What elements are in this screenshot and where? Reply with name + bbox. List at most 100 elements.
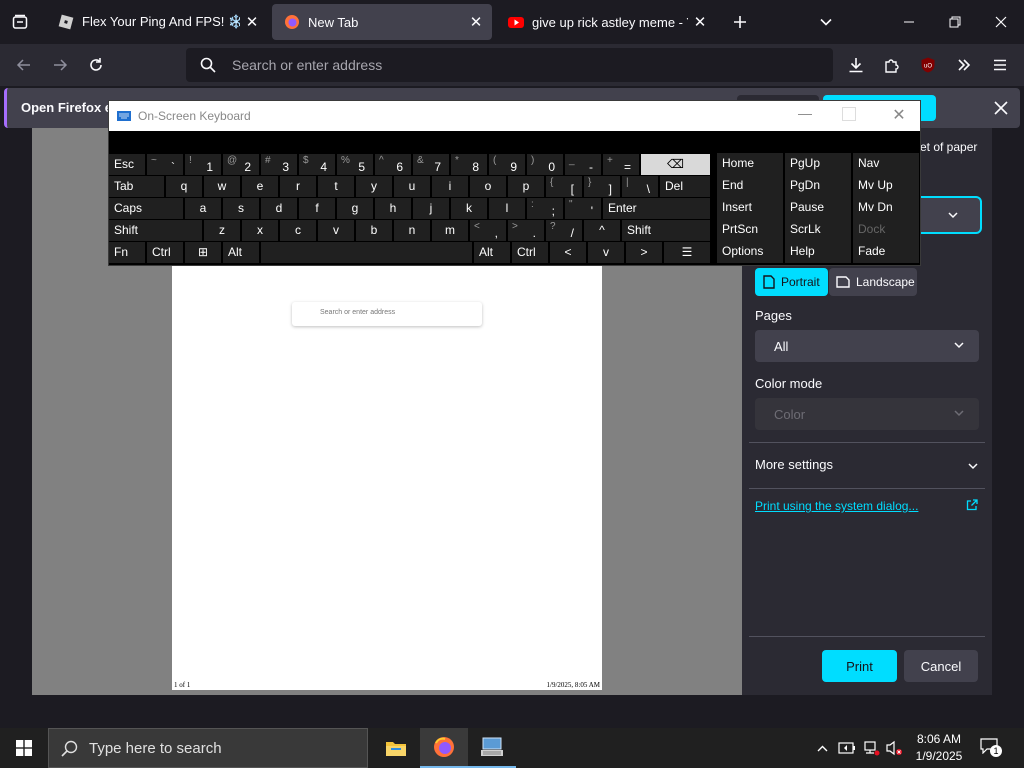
file-explorer-app[interactable]: [372, 728, 420, 768]
key-esc[interactable]: Esc: [109, 154, 145, 175]
key-2[interactable]: @2: [223, 154, 259, 175]
key-b[interactable]: b: [356, 220, 392, 241]
more-settings-toggle[interactable]: More settings: [755, 456, 979, 476]
key-7[interactable]: & 7: [413, 154, 449, 175]
notifications-button[interactable]: 1: [980, 738, 1004, 758]
clock[interactable]: 8:06 AM 1/9/2025: [908, 731, 970, 765]
key-shift[interactable]: Shift: [622, 220, 710, 241]
key-symbol[interactable]: :;: [527, 198, 563, 219]
key-enter[interactable]: Enter: [603, 198, 710, 219]
key-z[interactable]: z: [204, 220, 240, 241]
key-pgup[interactable]: PgUp: [785, 153, 851, 175]
start-button[interactable]: [0, 728, 48, 768]
key-fade[interactable]: Fade: [853, 241, 919, 263]
key-c[interactable]: c: [280, 220, 316, 241]
key-home[interactable]: Home: [717, 153, 783, 175]
reload-button[interactable]: [80, 49, 112, 81]
network-icon[interactable]: [862, 740, 880, 756]
key-symbol[interactable]: | \: [622, 176, 658, 197]
key-f[interactable]: f: [299, 198, 335, 219]
key-symbol[interactable]: ⌫: [641, 154, 710, 175]
key-symbol[interactable]: <: [550, 242, 586, 263]
back-button[interactable]: [8, 49, 40, 81]
key-a[interactable]: a: [185, 198, 221, 219]
key-x[interactable]: x: [242, 220, 278, 241]
key-fn[interactable]: Fn: [109, 242, 145, 263]
portrait-option[interactable]: Portrait: [755, 268, 828, 296]
key-0[interactable]: ) 0: [527, 154, 563, 175]
key-d[interactable]: d: [261, 198, 297, 219]
key-q[interactable]: q: [166, 176, 202, 197]
key-caps[interactable]: Caps: [109, 198, 183, 219]
key-o[interactable]: o: [470, 176, 506, 197]
new-tab-button[interactable]: [726, 8, 754, 36]
extensions-button[interactable]: [876, 49, 908, 81]
key-help[interactable]: Help: [785, 241, 851, 263]
key-symbol[interactable]: ☰: [664, 242, 710, 263]
key-symbol[interactable]: ^: [584, 220, 620, 241]
key-symbol[interactable]: ~ `: [147, 154, 183, 175]
key-symbol[interactable]: _ -: [565, 154, 601, 175]
key-y[interactable]: y: [356, 176, 392, 197]
restore-button[interactable]: [932, 0, 978, 44]
key-h[interactable]: h: [375, 198, 411, 219]
external-link-icon[interactable]: [966, 499, 978, 511]
key-space[interactable]: [261, 242, 472, 263]
key-end[interactable]: End: [717, 175, 783, 197]
key-n[interactable]: n: [394, 220, 430, 241]
battery-icon[interactable]: [838, 740, 856, 756]
key-mv-up[interactable]: Mv Up: [853, 175, 919, 197]
key-alt[interactable]: Alt: [474, 242, 510, 263]
key-symbol[interactable]: ⊞: [185, 242, 221, 263]
key-symbol[interactable]: >.: [508, 220, 544, 241]
close-tab-icon[interactable]: ✕: [688, 10, 712, 34]
keyboard-close-button[interactable]: ✕: [889, 105, 909, 125]
key-pause[interactable]: Pause: [785, 197, 851, 219]
print-button[interactable]: Print: [822, 650, 897, 682]
key-symbol[interactable]: {[: [546, 176, 582, 197]
color-mode-select[interactable]: Color: [755, 398, 979, 430]
key-insert[interactable]: Insert: [717, 197, 783, 219]
key-r[interactable]: r: [280, 176, 316, 197]
key-mv-dn[interactable]: Mv Dn: [853, 197, 919, 219]
downloads-button[interactable]: [840, 49, 872, 81]
minimize-button[interactable]: [886, 0, 932, 44]
close-window-button[interactable]: [978, 0, 1024, 44]
key-nav[interactable]: Nav: [853, 153, 919, 175]
key-symbol[interactable]: + =: [603, 154, 639, 175]
app-menu-button[interactable]: [984, 49, 1016, 81]
key-del[interactable]: Del: [660, 176, 710, 197]
tab-youtube[interactable]: give up rick astley meme - YouT ✕: [496, 4, 716, 40]
key-6[interactable]: ^ 6: [375, 154, 411, 175]
tab-new-tab[interactable]: New Tab ✕: [272, 4, 492, 40]
volume-muted-icon[interactable]: [886, 740, 904, 756]
ublock-extension-button[interactable]: uO: [912, 49, 944, 81]
key-ctrl[interactable]: Ctrl: [147, 242, 183, 263]
key-k[interactable]: k: [451, 198, 487, 219]
key-g[interactable]: g: [337, 198, 373, 219]
landscape-option[interactable]: Landscape: [829, 268, 917, 296]
key-symbol[interactable]: <,: [470, 220, 506, 241]
key-symbol[interactable]: " ': [565, 198, 601, 219]
key-p[interactable]: p: [508, 176, 544, 197]
key-i[interactable]: i: [432, 176, 468, 197]
key-m[interactable]: m: [432, 220, 468, 241]
key-8[interactable]: * 8: [451, 154, 487, 175]
more-tools-button[interactable]: [948, 49, 980, 81]
key-symbol[interactable]: ? /: [546, 220, 582, 241]
key-options[interactable]: Options: [717, 241, 783, 263]
key-prtscn[interactable]: PrtScn: [717, 219, 783, 241]
keyboard-title-bar[interactable]: On-Screen Keyboard — ✕: [109, 101, 920, 131]
system-dialog-link[interactable]: Print using the system dialog...: [755, 499, 918, 513]
key-ctrl[interactable]: Ctrl: [512, 242, 548, 263]
key-t[interactable]: t: [318, 176, 354, 197]
forward-button[interactable]: [44, 49, 76, 81]
key-s[interactable]: s: [223, 198, 259, 219]
key-scrlk[interactable]: ScrLk: [785, 219, 851, 241]
key-l[interactable]: l: [489, 198, 525, 219]
list-all-tabs-button[interactable]: [812, 8, 840, 36]
key-1[interactable]: ! 1: [185, 154, 221, 175]
key-e[interactable]: e: [242, 176, 278, 197]
firefox-view-button[interactable]: [6, 8, 34, 36]
tab-roblox[interactable]: Flex Your Ping And FPS! ❄️ - Ro ✕: [46, 4, 268, 40]
